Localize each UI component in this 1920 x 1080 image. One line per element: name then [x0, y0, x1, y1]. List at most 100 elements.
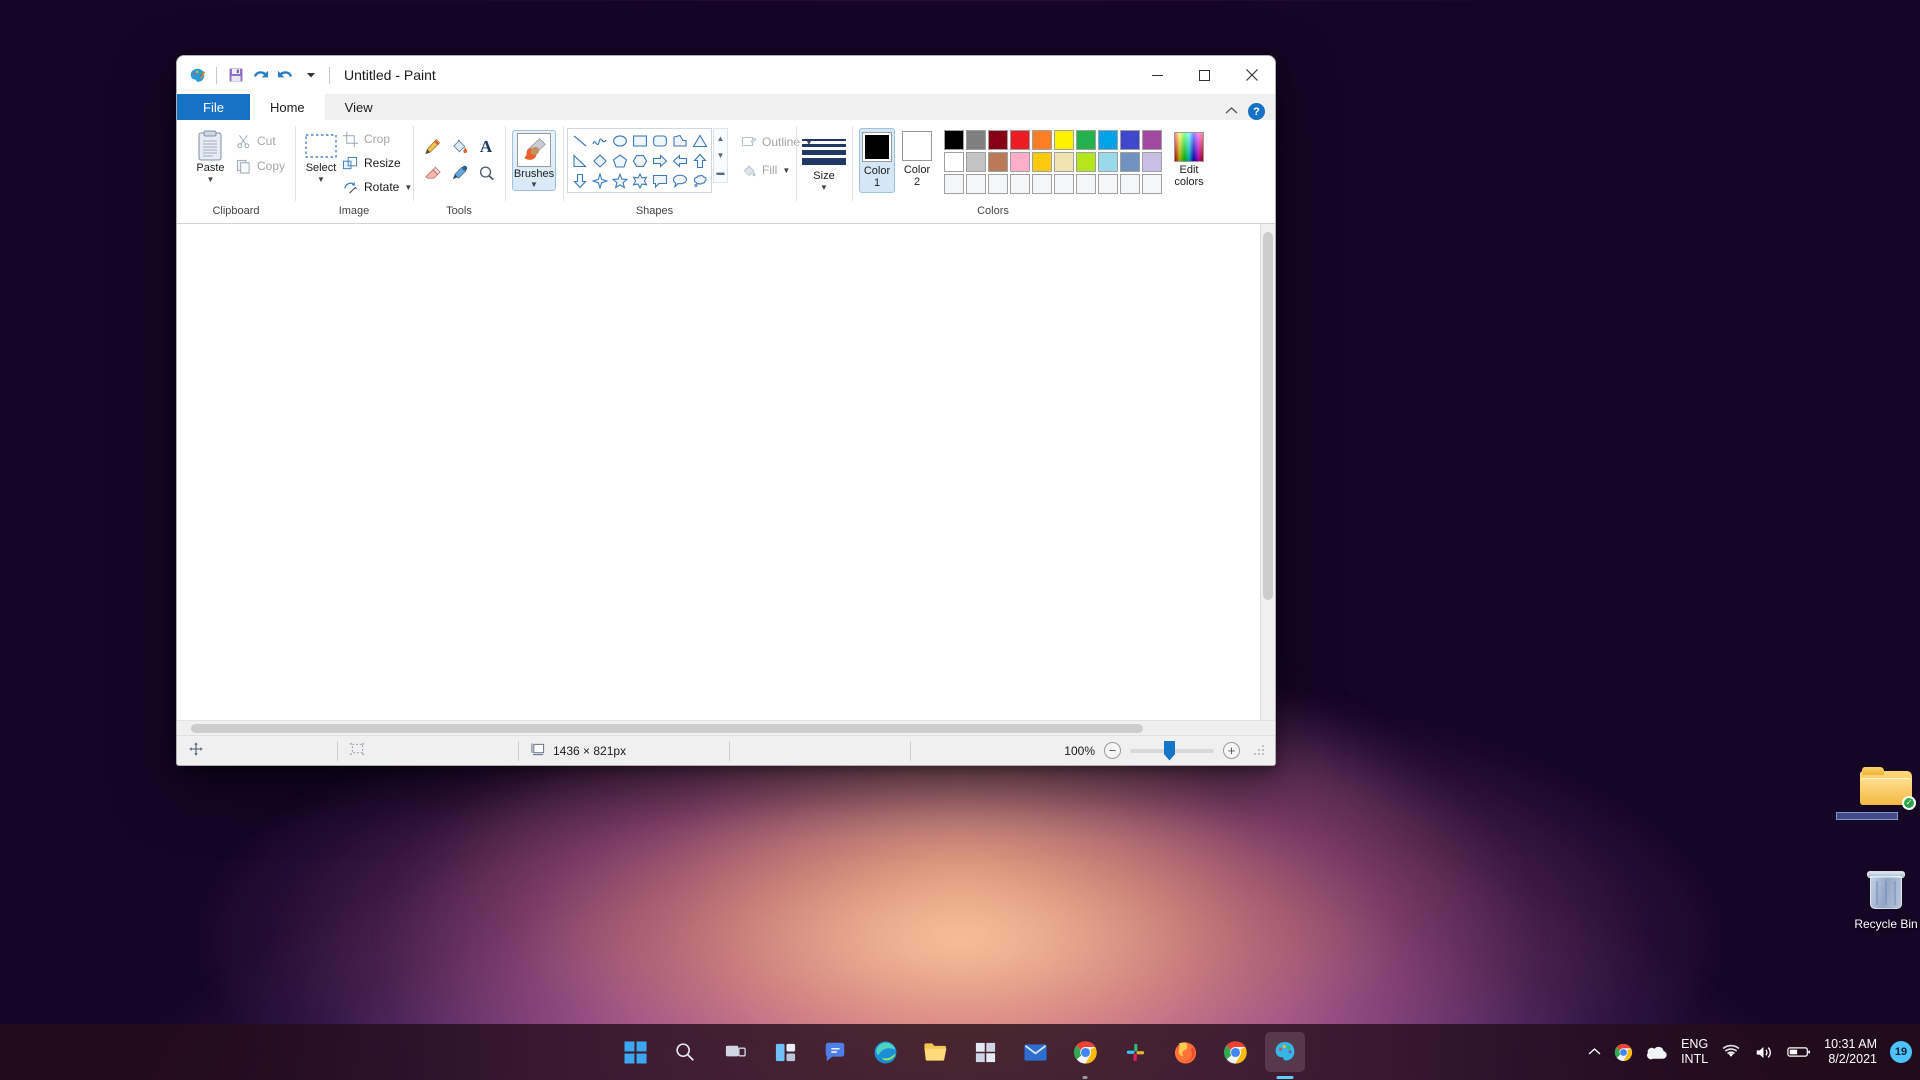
shapes-scroll-down-icon[interactable]: ▼: [714, 147, 727, 164]
paste-button[interactable]: Paste ▼: [189, 126, 232, 187]
palette-swatch[interactable]: [988, 152, 1008, 172]
vertical-scrollbar[interactable]: [1260, 224, 1275, 720]
size-caret-icon[interactable]: ▼: [820, 184, 828, 192]
file-explorer-button[interactable]: [915, 1032, 955, 1072]
widgets-button[interactable]: [765, 1032, 805, 1072]
magnifier-tool[interactable]: [474, 161, 499, 186]
palette-swatch[interactable]: [1054, 130, 1074, 150]
cut-button[interactable]: Cut: [232, 130, 291, 152]
mail-button[interactable]: [1015, 1032, 1055, 1072]
save-icon[interactable]: [224, 64, 247, 87]
palette-swatch[interactable]: [1142, 174, 1162, 194]
paint-taskbar-button[interactable]: [1265, 1032, 1305, 1072]
palette-swatch[interactable]: [966, 174, 986, 194]
zoom-in-button[interactable]: +: [1223, 742, 1240, 759]
chrome-tray-icon[interactable]: [1614, 1043, 1633, 1062]
shape-line[interactable]: [570, 131, 589, 150]
tab-view[interactable]: View: [325, 94, 393, 120]
shape-left-arrow[interactable]: [670, 151, 689, 170]
palette-swatch[interactable]: [1010, 174, 1030, 194]
zoom-slider-thumb[interactable]: [1164, 741, 1175, 761]
copy-button[interactable]: Copy: [232, 155, 291, 177]
palette-swatch[interactable]: [988, 130, 1008, 150]
palette-swatch[interactable]: [1076, 130, 1096, 150]
palette-swatch[interactable]: [1098, 152, 1118, 172]
shape-four-point-star[interactable]: [590, 171, 609, 190]
shapes-more-icon[interactable]: ▬: [714, 164, 727, 181]
slack-button[interactable]: [1115, 1032, 1155, 1072]
palette-swatch[interactable]: [1032, 174, 1052, 194]
palette-swatch[interactable]: [1120, 174, 1140, 194]
zoom-slider-track[interactable]: [1130, 749, 1214, 753]
select-button[interactable]: Select ▼: [303, 126, 339, 187]
microsoft-store-button[interactable]: [965, 1032, 1005, 1072]
palette-swatch[interactable]: [1120, 130, 1140, 150]
palette-swatch[interactable]: [1098, 174, 1118, 194]
palette-swatch[interactable]: [1142, 130, 1162, 150]
resize-grip-icon[interactable]: [1253, 744, 1267, 758]
palette-swatch[interactable]: [1032, 130, 1052, 150]
horizontal-scroll-thumb[interactable]: [191, 724, 1143, 733]
palette-swatch[interactable]: [944, 174, 964, 194]
resize-button[interactable]: Resize: [339, 152, 418, 174]
paint-app-icon[interactable]: [186, 64, 209, 87]
task-view-button[interactable]: [715, 1032, 755, 1072]
brushes-caret-icon[interactable]: ▼: [530, 181, 538, 189]
palette-swatch[interactable]: [966, 152, 986, 172]
shape-triangle[interactable]: [690, 131, 709, 150]
firefox-button[interactable]: [1165, 1032, 1205, 1072]
size-button[interactable]: Size ▼: [800, 136, 848, 195]
palette-swatch[interactable]: [1054, 174, 1074, 194]
qat-customize-icon[interactable]: [299, 64, 322, 87]
palette-swatch[interactable]: [1076, 174, 1096, 194]
color-picker-tool[interactable]: [447, 161, 472, 186]
palette-swatch[interactable]: [966, 130, 986, 150]
help-icon[interactable]: ?: [1248, 103, 1265, 120]
show-hidden-icons-button[interactable]: [1588, 1045, 1601, 1059]
shapes-scroll-up-icon[interactable]: ▲: [714, 130, 727, 147]
maximize-button[interactable]: [1181, 56, 1228, 94]
chrome2-button[interactable]: [1215, 1032, 1255, 1072]
clock[interactable]: 10:31 AM 8/2/2021: [1824, 1037, 1877, 1068]
shape-up-arrow[interactable]: [690, 151, 709, 170]
close-button[interactable]: [1228, 56, 1275, 94]
battery-icon[interactable]: [1787, 1045, 1811, 1059]
palette-swatch[interactable]: [988, 174, 1008, 194]
text-tool[interactable]: A: [474, 134, 499, 159]
eraser-tool[interactable]: [420, 161, 445, 186]
canvas-viewport[interactable]: [177, 224, 1260, 720]
palette-swatch[interactable]: [1120, 152, 1140, 172]
rotate-button[interactable]: Rotate ▼: [339, 176, 418, 198]
brushes-button[interactable]: Brushes ▼: [512, 130, 556, 191]
tab-home[interactable]: Home: [250, 94, 325, 120]
edit-colors-button[interactable]: Edit colors: [1172, 130, 1206, 190]
desktop-icon-recycle-bin[interactable]: Recycle Bin: [1840, 868, 1920, 932]
minimize-button[interactable]: [1134, 56, 1181, 94]
palette-swatch[interactable]: [1010, 152, 1030, 172]
onedrive-icon[interactable]: [1646, 1045, 1668, 1060]
drawing-canvas[interactable]: [177, 224, 1260, 720]
palette-swatch[interactable]: [1010, 130, 1030, 150]
pencil-tool[interactable]: [420, 134, 445, 159]
shape-polygon[interactable]: [670, 131, 689, 150]
shape-diamond[interactable]: [590, 151, 609, 170]
search-button[interactable]: [665, 1032, 705, 1072]
fill-caret-icon[interactable]: ▼: [782, 167, 790, 175]
select-caret-icon[interactable]: ▼: [317, 176, 325, 184]
start-button[interactable]: [615, 1032, 655, 1072]
vertical-scroll-thumb[interactable]: [1263, 232, 1273, 600]
chat-button[interactable]: [815, 1032, 855, 1072]
shape-oval[interactable]: [610, 131, 629, 150]
shape-pentagon[interactable]: [610, 151, 629, 170]
palette-swatch[interactable]: [944, 130, 964, 150]
shape-cloud-callout[interactable]: [690, 171, 709, 190]
palette-swatch[interactable]: [1032, 152, 1052, 172]
chrome-button[interactable]: [1065, 1032, 1105, 1072]
crop-button[interactable]: Crop: [339, 128, 418, 150]
redo-icon[interactable]: [274, 64, 297, 87]
wifi-icon[interactable]: [1721, 1044, 1741, 1060]
shape-hexagon[interactable]: [630, 151, 649, 170]
shape-down-arrow[interactable]: [570, 171, 589, 190]
title-bar[interactable]: Untitled - Paint: [177, 56, 1275, 94]
shape-rectangle[interactable]: [630, 131, 649, 150]
